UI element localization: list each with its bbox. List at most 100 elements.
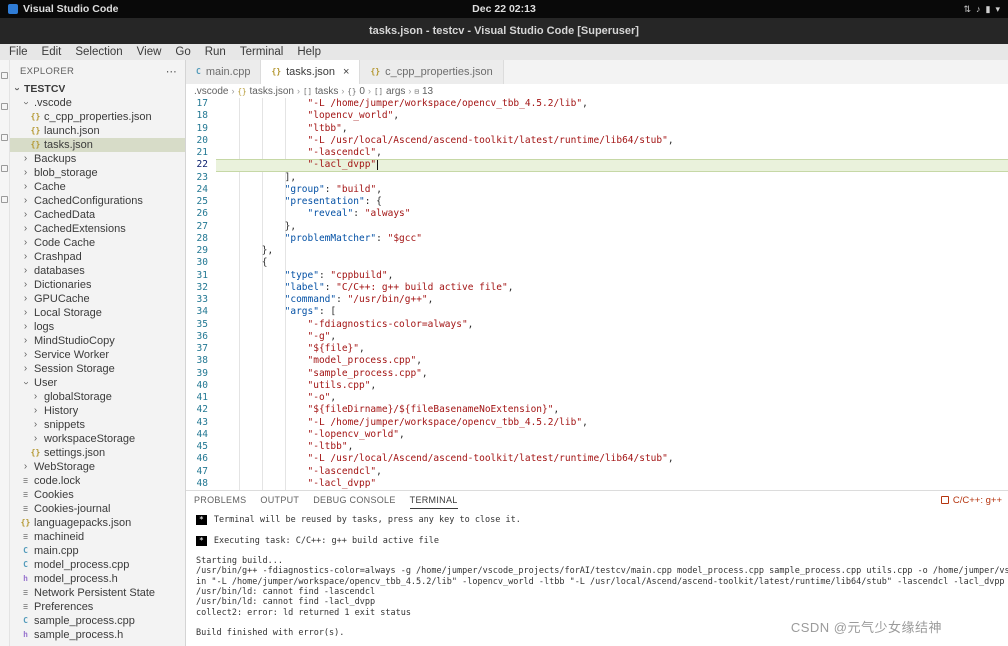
menu-terminal[interactable]: Terminal: [233, 44, 290, 60]
tree-item-webstorage[interactable]: ›WebStorage: [10, 460, 185, 474]
tab-c-cpp-properties-json[interactable]: {}c_cpp_properties.json: [360, 60, 503, 84]
panel-tab-terminal[interactable]: TERMINAL: [410, 491, 458, 509]
tree-item-session-storage[interactable]: ›Session Storage: [10, 362, 185, 376]
tree-item-sample-process-h[interactable]: hsample_process.h: [10, 628, 185, 642]
tree-item-launch-json[interactable]: {}launch.json: [10, 124, 185, 138]
tree-item-user[interactable]: ›User: [10, 376, 185, 390]
tree-item-languagepacks-json[interactable]: {}languagepacks.json: [10, 516, 185, 530]
extensions-icon[interactable]: [1, 196, 8, 203]
tree-item-cacheddata[interactable]: ›CachedData: [10, 208, 185, 222]
code-line-22: "-lacl_dvpp": [216, 159, 1008, 171]
battery-icon: ▮: [986, 4, 991, 15]
tree-item-local-storage[interactable]: ›Local Storage: [10, 306, 185, 320]
tree-item-gpucache[interactable]: ›GPUCache: [10, 292, 185, 306]
code-editor[interactable]: 1718192021222324252627282930313233343536…: [186, 98, 1008, 490]
system-tray[interactable]: ⇅♪▮▾: [963, 4, 1000, 15]
chevron-right-icon: ›: [30, 406, 41, 416]
clock[interactable]: Dec 22 02:13: [472, 3, 536, 15]
tree-item-cookies-journal[interactable]: ≡Cookies-journal: [10, 502, 185, 516]
panel-tab-output[interactable]: OUTPUT: [260, 491, 299, 509]
terminal-line: *Executing task: C/C++: g++ build active…: [196, 536, 1008, 546]
tree-item-code-lock[interactable]: ≡code.lock: [10, 474, 185, 488]
breadcrumb-item-args[interactable]: []args: [374, 86, 405, 97]
menu-edit[interactable]: Edit: [35, 44, 69, 60]
workspace-root[interactable]: › TESTCV: [10, 82, 185, 96]
breadcrumb-item-0[interactable]: {}0: [347, 86, 365, 97]
terminal-task-label[interactable]: C/C++: g++: [941, 495, 1004, 506]
code-line-25: "presentation": {: [216, 196, 1008, 208]
menu-selection[interactable]: Selection: [68, 44, 129, 60]
run-debug-icon[interactable]: [1, 165, 8, 172]
terminal-line: /usr/bin/ld: cannot find -lacl_dvpp: [196, 597, 1008, 607]
tree-item-history[interactable]: ›History: [10, 404, 185, 418]
tree-item-settings-json[interactable]: {}settings.json: [10, 446, 185, 460]
tree-item-logs[interactable]: ›logs: [10, 320, 185, 334]
workbench: EXPLORER ⋯ › TESTCV ›.vscode{}c_cpp_prop…: [0, 60, 1008, 646]
breadcrumb-item-tasks[interactable]: []tasks: [303, 86, 338, 97]
tree-item-main-cpp[interactable]: Cmain.cpp: [10, 544, 185, 558]
object-symbol-icon: {}: [347, 87, 356, 96]
tree-item-workspacestorage[interactable]: ›workspaceStorage: [10, 432, 185, 446]
line-number: 48: [186, 478, 208, 490]
tree-item-mindstudiocopy[interactable]: ›MindStudioCopy: [10, 334, 185, 348]
tree-item-service-worker[interactable]: ›Service Worker: [10, 348, 185, 362]
tree-item-dictionaries[interactable]: ›Dictionaries: [10, 278, 185, 292]
tab-tasks-json[interactable]: {}tasks.json×: [261, 60, 360, 84]
code-token: "-lopencv_world": [308, 429, 400, 440]
tree-item-cookies[interactable]: ≡Cookies: [10, 488, 185, 502]
tree-item-globalstorage[interactable]: ›globalStorage: [10, 390, 185, 404]
tree-item-preferences[interactable]: ≡Preferences: [10, 600, 185, 614]
tree-item-snippets[interactable]: ›snippets: [10, 418, 185, 432]
code-token: ,: [393, 110, 399, 121]
tree-item-tasks-json[interactable]: {}tasks.json: [10, 138, 185, 152]
tree-item-code-cache[interactable]: ›Code Cache: [10, 236, 185, 250]
window-titlebar[interactable]: tasks.json - testcv - Visual Studio Code…: [0, 18, 1008, 44]
code-line-19: "ltbb",: [216, 123, 1008, 135]
more-actions-icon[interactable]: ⋯: [166, 65, 177, 78]
code-line-38: "model_process.cpp",: [216, 355, 1008, 367]
tree-item-blob-storage[interactable]: ›blob_storage: [10, 166, 185, 180]
source-control-icon[interactable]: [1, 134, 8, 141]
menu-go[interactable]: Go: [168, 44, 197, 60]
code-token: {: [262, 257, 268, 268]
breadcrumb-item-tasks-json[interactable]: {}tasks.json: [237, 86, 294, 97]
menu-file[interactable]: File: [2, 44, 35, 60]
tab-label: tasks.json: [286, 66, 335, 78]
search-icon[interactable]: [1, 103, 8, 110]
tree-item-vscode[interactable]: ›.vscode: [10, 96, 185, 110]
tree-item-model-process-h[interactable]: hmodel_process.h: [10, 572, 185, 586]
close-icon[interactable]: ×: [343, 66, 349, 78]
tree-item-c-cpp-properties-json[interactable]: {}c_cpp_properties.json: [10, 110, 185, 124]
explorer-icon[interactable]: [1, 72, 8, 79]
tree-item-cache[interactable]: ›Cache: [10, 180, 185, 194]
chevron-right-icon: ›: [20, 336, 31, 346]
code-line-36: "-g",: [216, 331, 1008, 343]
line-number: 27: [186, 221, 208, 233]
code-token: ,: [582, 417, 588, 428]
tree-item-backups[interactable]: ›Backups: [10, 152, 185, 166]
breadcrumb-item-vscode[interactable]: .vscode: [194, 86, 228, 97]
tree-item-sample-process-cpp[interactable]: Csample_process.cpp: [10, 614, 185, 628]
breadcrumb-item-13[interactable]: ⊟13: [414, 86, 433, 97]
code-line-31: "type": "cppbuild",: [216, 270, 1008, 282]
tree-item-cachedconfigurations[interactable]: ›CachedConfigurations: [10, 194, 185, 208]
active-app-button[interactable]: Visual Studio Code: [8, 3, 118, 15]
line-number: 44: [186, 429, 208, 441]
code-token: "reveal": [308, 208, 354, 219]
tree-item-cachedextensions[interactable]: ›CachedExtensions: [10, 222, 185, 236]
tree-item-crashpad[interactable]: ›Crashpad: [10, 250, 185, 264]
code-token: "lopencv_world": [308, 110, 394, 121]
code-token: ,: [468, 319, 474, 330]
tree-item-machineid[interactable]: ≡machineid: [10, 530, 185, 544]
volume-icon: ♪: [976, 4, 981, 14]
menu-run[interactable]: Run: [198, 44, 233, 60]
tree-item-databases[interactable]: ›databases: [10, 264, 185, 278]
tree-item-model-process-cpp[interactable]: Cmodel_process.cpp: [10, 558, 185, 572]
tab-label: main.cpp: [206, 66, 251, 78]
tree-item-network-persistent-state[interactable]: ≡Network Persistent State: [10, 586, 185, 600]
menu-view[interactable]: View: [130, 44, 169, 60]
panel-tab-problems[interactable]: PROBLEMS: [194, 491, 246, 509]
tab-main-cpp[interactable]: Cmain.cpp: [186, 60, 261, 84]
menu-help[interactable]: Help: [290, 44, 328, 60]
panel-tab-debug-console[interactable]: DEBUG CONSOLE: [313, 491, 395, 509]
